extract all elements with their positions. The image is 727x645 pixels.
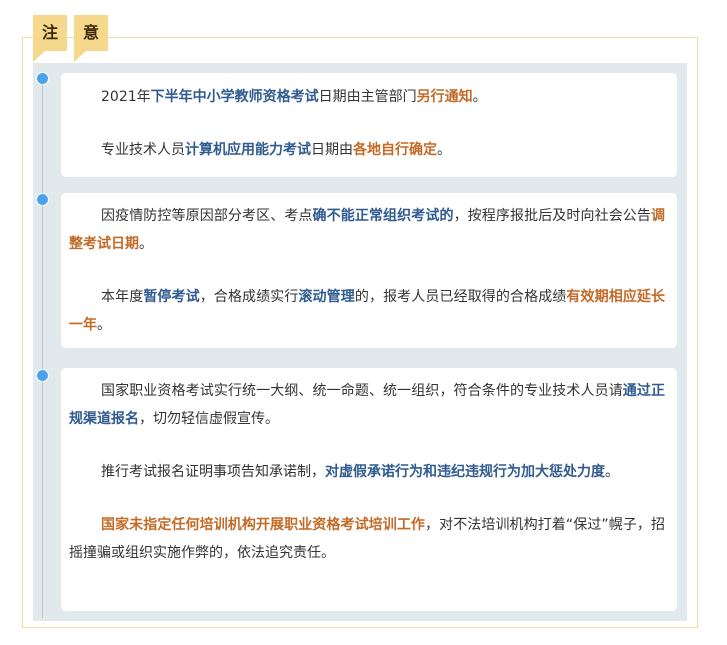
notice-paragraph: 推行考试报名证明事项告知承诺制，对虚假承诺行为和违纪违规行为加大惩处力度。 bbox=[101, 464, 619, 480]
timeline-dot-icon bbox=[36, 72, 49, 85]
timeline-dot-icon bbox=[36, 193, 49, 206]
timeline-dot-icon bbox=[36, 369, 49, 382]
notice-card-1: 2021年下半年中小学教师资格考试日期由主管部门另行通知。 专业技术人员计算机应… bbox=[61, 73, 677, 177]
notice-paragraph: 国家职业资格考试实行统一大纲、统一命题、统一组织，符合条件的专业技术人员请通过正… bbox=[69, 383, 666, 427]
notice-paragraph: 因疫情防控等原因部分考区、考点确不能正常组织考试的，按程序报批后及时向社会公告调… bbox=[69, 208, 666, 252]
notice-paragraph: 专业技术人员计算机应用能力考试日期由各地自行确定。 bbox=[101, 142, 451, 158]
notice-paragraph: 2021年下半年中小学教师资格考试日期由主管部门另行通知。 bbox=[101, 89, 487, 105]
notice-card-3: 国家职业资格考试实行统一大纲、统一命题、统一组织，符合条件的专业技术人员请通过正… bbox=[61, 368, 677, 611]
notice-tag-yi: 意 bbox=[74, 15, 108, 62]
notice-paragraph: 本年度暂停考试，合格成绩实行滚动管理的，报考人员已经取得的合格成绩有效期相应延长… bbox=[69, 289, 666, 333]
notice-card-2: 因疫情防控等原因部分考区、考点确不能正常组织考试的，按程序报批后及时向社会公告调… bbox=[61, 193, 677, 348]
notice-paragraph: 国家未指定任何培训机构开展职业资格考试培训工作，对不法培训机构打着“保过”幌子，… bbox=[69, 517, 666, 561]
timeline-line bbox=[42, 78, 43, 618]
notice-tag-zhu: 注 bbox=[33, 15, 67, 62]
